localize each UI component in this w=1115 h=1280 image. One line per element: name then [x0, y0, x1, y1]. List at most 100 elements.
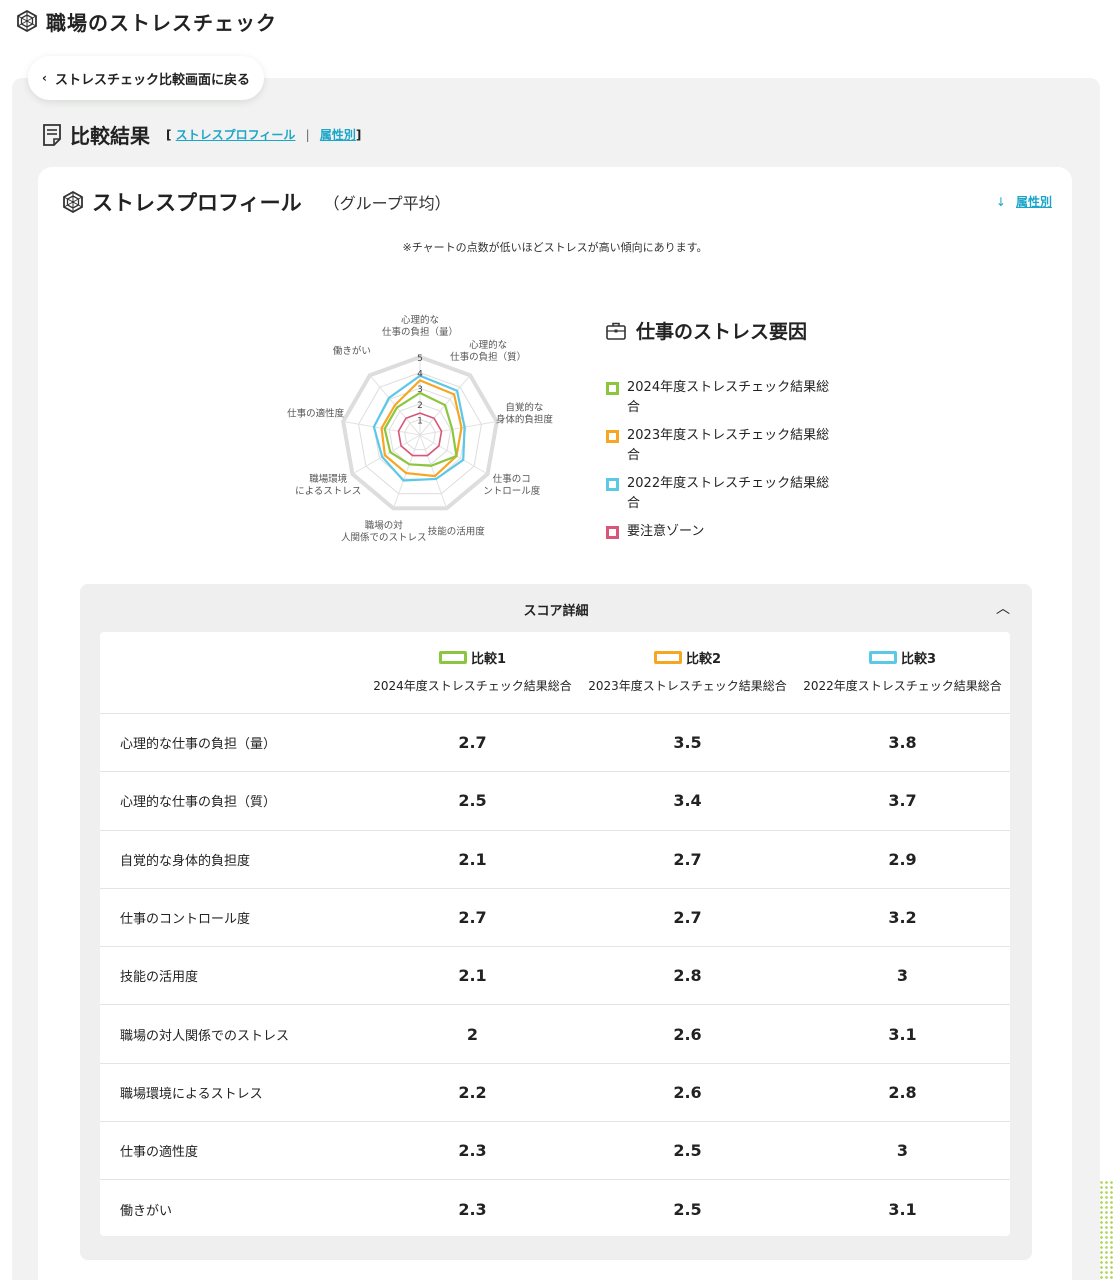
card-subtitle: （グループ平均） [323, 194, 451, 213]
column-header-compare-3: 比較3 2022年度ストレスチェック結果総合 [795, 648, 1010, 694]
compare-2-name: 2023年度ストレスチェック結果総合 [588, 679, 787, 693]
comparison-result-heading: 比較結果 [ ストレスプロフィール | 属性別] [42, 120, 361, 149]
table-row: 働きがい 2.3 2.5 3.1 [100, 1180, 1010, 1236]
arrow-down-icon: ↓ [995, 194, 1006, 209]
score-table-header: 比較1 2024年度ストレスチェック結果総合 比較2 2023年度ストレスチェッ… [100, 632, 1010, 714]
table-row: 職場環境によるストレス 2.2 2.6 2.8 [100, 1064, 1010, 1123]
radar-axis-label: 仕事のコントロール度 [483, 473, 541, 497]
chevron-up-icon[interactable]: ︿ [996, 598, 1010, 618]
row-label: 心理的な仕事の負担（量） [120, 737, 277, 753]
score-value: 2 [466, 1024, 479, 1044]
score-value: 2.6 [673, 1082, 702, 1102]
score-value: 3.4 [673, 791, 702, 811]
score-value: 3.5 [673, 733, 702, 753]
radar-tick-label: 2 [417, 401, 423, 411]
score-value: 2.6 [673, 1024, 702, 1044]
table-row: 自覚的な身体的負担度 2.1 2.7 2.9 [100, 831, 1010, 889]
back-button-label: ストレスチェック比較画面に戻る [54, 72, 250, 88]
score-value: 3 [896, 1141, 909, 1161]
table-row: 職場の対人関係でのストレス 2 2.6 3.1 [100, 1005, 1010, 1064]
compare-3-swatch [868, 651, 897, 664]
row-label: 仕事の適性度 [120, 1145, 199, 1161]
compare-3-label: 比較3 [900, 652, 937, 667]
radar-tick-label: 5 [417, 354, 423, 364]
legend-label: 2023年度ストレスチェック結果総合 [627, 428, 830, 463]
score-value: 2.7 [458, 908, 487, 928]
radar-chart: 12345心理的な仕事の負担（量）心理的な仕事の負担（質）自覚的な身体的負担度仕… [287, 314, 554, 544]
table-row: 技能の活用度 2.1 2.8 3 [100, 947, 1010, 1006]
score-value: 2.9 [888, 849, 917, 869]
link-stress-profile[interactable]: ストレスプロフィール [176, 128, 296, 142]
legend-header: 仕事のストレス要因 [606, 317, 846, 344]
back-to-comparison-button[interactable]: ‹ ストレスチェック比較画面に戻る [28, 56, 264, 100]
legend-swatch [606, 526, 619, 539]
app-logo-icon [17, 10, 37, 32]
briefcase-icon [606, 322, 626, 340]
score-value: 2.7 [458, 733, 487, 753]
score-value: 2.5 [458, 791, 487, 811]
radar-axis-label: 心理的な仕事の負担（量） [382, 314, 458, 338]
radar-axis-label: 職場環境によるストレス [295, 473, 361, 497]
score-value: 2.5 [673, 1141, 702, 1161]
radar-axis-label: 働きがい [333, 345, 371, 357]
attribute-link-label: 属性別 [1015, 195, 1052, 209]
row-label: 職場環境によるストレス [120, 1086, 263, 1102]
radar-axis-label: 仕事の適性度 [287, 408, 345, 420]
legend-label: 要注意ゾーン [627, 524, 705, 539]
compare-3-name: 2022年度ストレスチェック結果総合 [803, 679, 1002, 693]
score-value: 2.7 [673, 908, 702, 928]
bracket-open: [ [166, 128, 172, 142]
compare-1-name: 2024年度ストレスチェック結果総合 [373, 679, 572, 693]
stress-profile-icon [63, 191, 83, 213]
radar-axis-line [419, 434, 448, 509]
row-label: 働きがい [120, 1204, 173, 1220]
table-row: 仕事のコントロール度 2.7 2.7 3.2 [100, 889, 1010, 948]
score-value: 2.8 [888, 1082, 917, 1102]
score-table: 比較1 2024年度ストレスチェック結果総合 比較2 2023年度ストレスチェッ… [100, 632, 1010, 1236]
chevron-left-icon: ‹ [42, 71, 47, 85]
table-row: 心理的な仕事の負担（量） 2.7 3.5 3.8 [100, 714, 1010, 773]
legend-label: 2024年度ストレスチェック結果総合 [627, 380, 830, 415]
chart-note: ※チャートの点数が低いほどストレスが高い傾向にあります。 [402, 241, 708, 254]
decorative-dots [1099, 1180, 1115, 1280]
score-value: 2.3 [458, 1141, 487, 1161]
score-value: 2.1 [458, 966, 487, 986]
card-header: ストレスプロフィール （グループ平均） [62, 187, 451, 217]
app-header: 職場のストレスチェック [16, 6, 277, 36]
score-value: 2.8 [673, 966, 702, 986]
score-detail-title: スコア詳細 [523, 604, 589, 619]
link-by-attribute[interactable]: 属性別 [320, 128, 356, 142]
score-value: 3.1 [888, 1024, 917, 1044]
radar-axis-line [392, 434, 421, 509]
legend-title: 仕事のストレス要因 [636, 321, 808, 343]
legend-swatch [606, 382, 619, 395]
compare-1-swatch [438, 651, 467, 664]
row-label: 仕事のコントロール度 [120, 912, 251, 928]
score-value: 3.1 [888, 1200, 917, 1220]
score-value: 3.2 [888, 908, 917, 928]
legend-item: 2022年度ストレスチェック結果総合 [606, 474, 846, 514]
legend-item: 2024年度ストレスチェック結果総合 [606, 378, 846, 418]
radar-axis-label: 職場の対人関係でのストレス [341, 520, 427, 544]
row-label: 技能の活用度 [120, 970, 199, 986]
compare-2-swatch [653, 651, 682, 664]
table-row: 心理的な仕事の負担（質） 2.5 3.4 3.7 [100, 772, 1010, 831]
bracket-close: ] [355, 128, 362, 142]
chart-legend: 仕事のストレス要因 2024年度ストレスチェック結果総合 2023年度ストレスチ… [606, 317, 846, 550]
column-header-compare-2: 比較2 2023年度ストレスチェック結果総合 [580, 648, 795, 694]
column-header-compare-1: 比較1 2024年度ストレスチェック結果総合 [365, 648, 580, 694]
radar-axis-line [352, 434, 421, 475]
compare-1-label: 比較1 [470, 652, 507, 667]
radar-tick-label: 4 [417, 370, 423, 380]
document-icon [43, 123, 61, 146]
radar-axis-label: 自覚的な身体的負担度 [496, 402, 554, 426]
radar-axis-label: 技能の活用度 [428, 526, 486, 538]
table-row: 仕事の適性度 2.3 2.5 3 [100, 1122, 1010, 1181]
radar-axis-line [419, 420, 497, 436]
attribute-anchor-link[interactable]: ↓ 属性別 [996, 193, 1052, 210]
stress-profile-card: ストレスプロフィール （グループ平均） ↓ 属性別 ※チャートの点数が低いほどス… [38, 167, 1072, 1280]
score-value: 3 [896, 966, 909, 986]
score-value: 3.8 [888, 733, 917, 753]
radar-axis-label: 心理的な仕事の負担（質） [450, 339, 526, 363]
link-separator: | [305, 128, 310, 142]
